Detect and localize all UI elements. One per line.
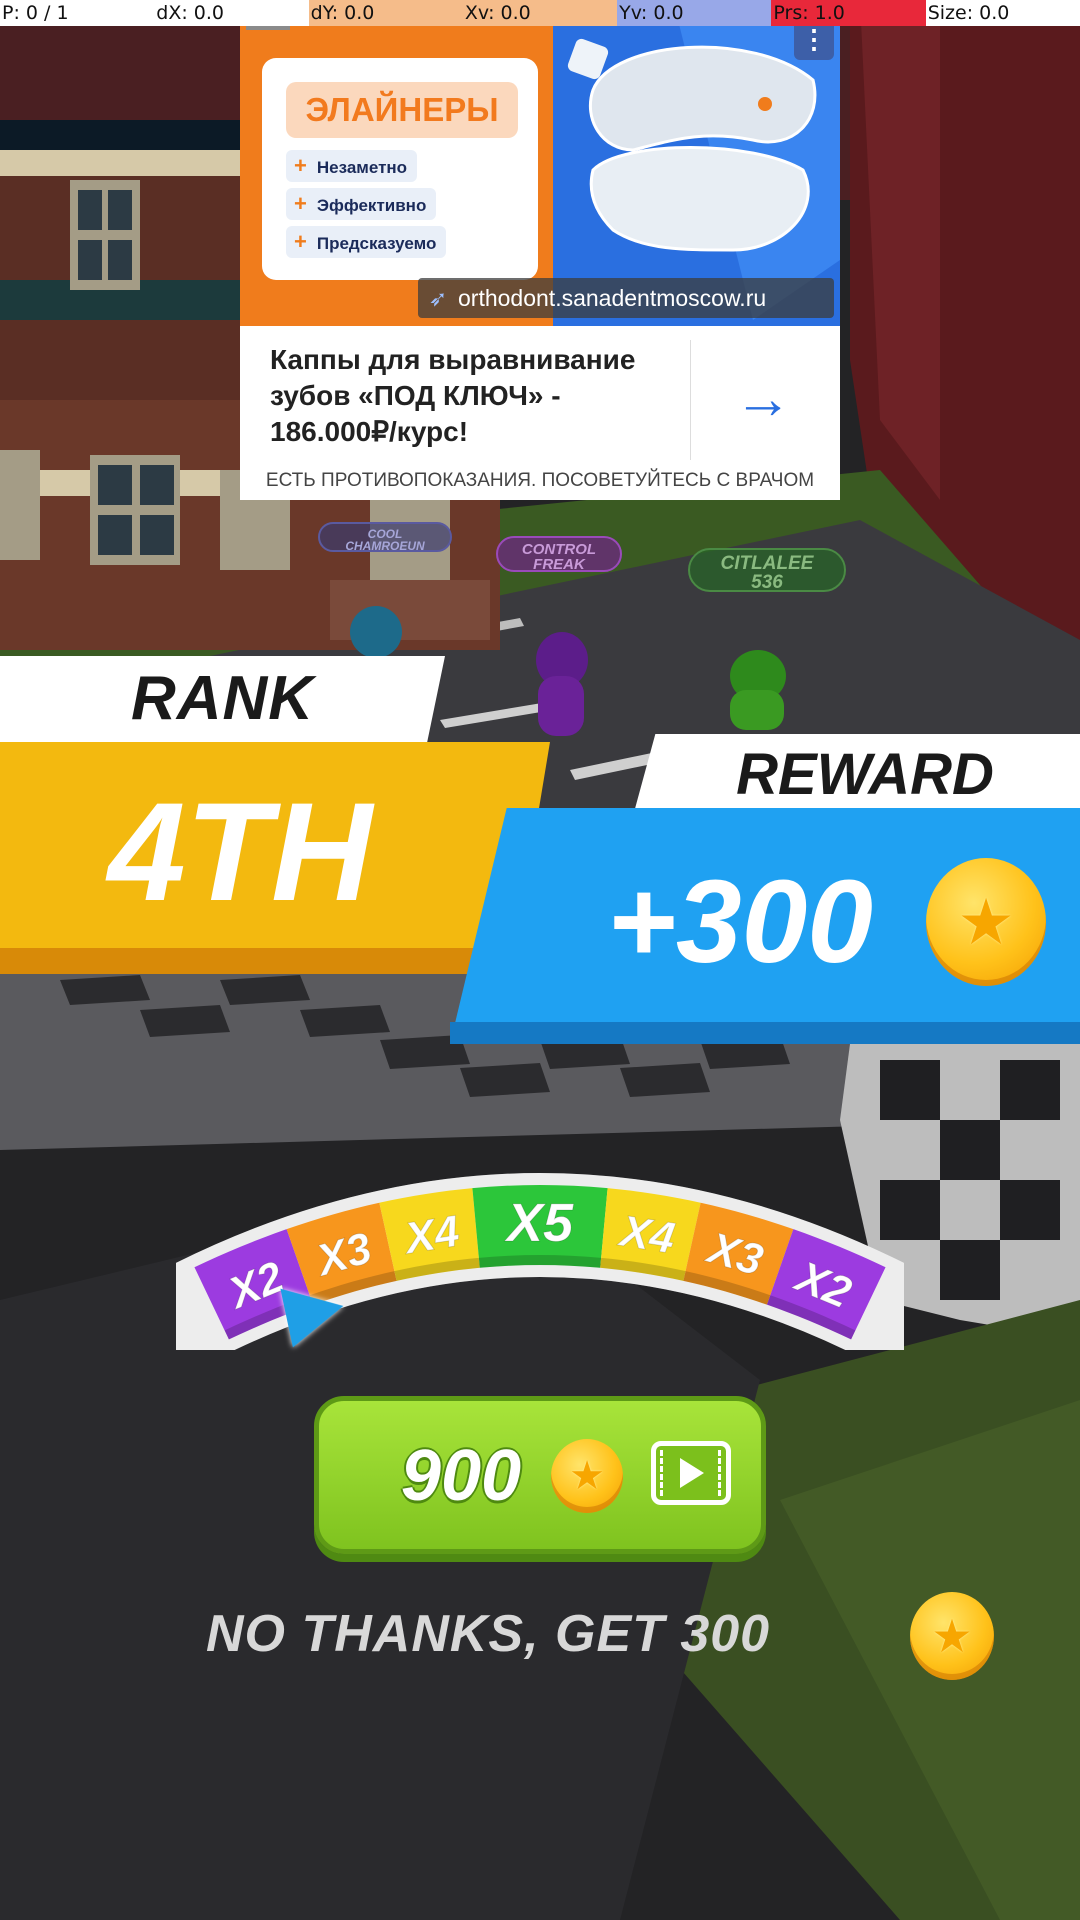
debug-pointer: P: 0 / 1: [0, 0, 155, 26]
video-icon: [651, 1441, 731, 1505]
ad-banner[interactable]: AD ⋮ ЭЛАЙНЕРЫ +Незаметно +Эффективно +Пр…: [240, 0, 840, 500]
ad-headline: ЭЛАЙНЕРЫ: [286, 82, 518, 138]
coin-icon: ★: [910, 1592, 994, 1680]
video-reward-amount: 900: [400, 1436, 522, 1516]
watch-video-claim-button[interactable]: 900 ★: [314, 1396, 766, 1554]
player-name-line: 536: [751, 572, 783, 593]
debug-yv: Yv: 0.0: [617, 0, 772, 26]
no-thanks-button[interactable]: NO THANKS, GET 300: [206, 1596, 906, 1672]
film-strip: [718, 1450, 727, 1496]
ad-disclaimer: ЕСТЬ ПРОТИВОПОКАЗАНИЯ. ПОСОВЕТУЙТЕСЬ С В…: [265, 470, 815, 491]
ad-card: ЭЛАЙНЕРЫ + Незаметно + Эффективно + Предска…: [262, 58, 538, 280]
multiplier-label: X5: [504, 1193, 574, 1253]
player-nametag: Cool Chamroeun: [318, 522, 452, 552]
coin-icon: ★: [551, 1439, 623, 1513]
debug-size: Size: 0.0: [925, 0, 1080, 26]
plus-icon: +: [294, 153, 307, 178]
ad-bullet: + Эффективно: [286, 188, 437, 220]
ad-bullet-text: Незаметно: [316, 158, 408, 177]
ad-bullet: + Предсказуемо: [286, 226, 447, 258]
arrow-right-icon[interactable]: →: [730, 366, 796, 432]
debug-dx: dX: 0.0: [154, 0, 309, 26]
multiplier-segment-shadow: [478, 1254, 602, 1268]
ad-bullet-text: Эффективно: [316, 196, 427, 215]
ad-menu-icon[interactable]: ⋮: [794, 20, 834, 60]
rank-value: 4TH: [107, 773, 373, 930]
player-name-line: Chamroeun: [345, 539, 425, 553]
coin-icon: ★: [926, 858, 1046, 986]
debug-xv: Xv: 0.0: [462, 0, 618, 26]
player-name-line: Citlalee: [720, 553, 814, 574]
ad-title[interactable]: Каппы для выравнивание зубов «ПОД КЛЮЧ» …: [270, 342, 680, 450]
ad-bullet: + Незаметно: [286, 150, 418, 182]
ad-image[interactable]: AD ⋮ ЭЛАЙНЕРЫ +Незаметно +Эффективно +Пр…: [240, 0, 840, 326]
ad-domain-text: orthodont.sanadentmoscow.ru: [458, 285, 767, 311]
multiplier-meter: X2 X3 X4 X5 X4 X3 X2: [146, 1140, 934, 1362]
ad-domain-link[interactable]: ➶ orthodont.sanadentmoscow.ru: [418, 278, 834, 318]
debug-dy: dY: 0.0: [308, 0, 463, 26]
rocket-icon: ➶: [428, 286, 448, 311]
debug-overlay: P: 0 / 1 dX: 0.0 dY: 0.0 Xv: 0.0 Yv: 0.0…: [0, 0, 1080, 26]
player-nametag: Control Freak: [496, 536, 622, 572]
rank-label: RANK: [130, 664, 315, 733]
player-name-line: Control: [521, 541, 597, 558]
debug-pressure: Prs: 1.0: [771, 0, 926, 26]
reward-value-panel-shadow: [450, 1022, 1080, 1044]
reward-label: REWARD: [736, 742, 994, 807]
player-nametag: Citlalee 536: [688, 548, 846, 592]
plus-icon: +: [294, 191, 307, 216]
multiplier-label: X4: [614, 1206, 678, 1263]
film-strip: [660, 1450, 669, 1496]
player-name-line: Freak: [533, 556, 585, 573]
multiplier-label: X4: [399, 1207, 463, 1264]
ad-divider: [690, 340, 691, 460]
game-scene: P: 0 / 1 dX: 0.0 dY: 0.0 Xv: 0.0 Yv: 0.0…: [0, 0, 1080, 1920]
reward-value: +300: [607, 856, 873, 988]
ad-bullet-text: Предсказуемо: [316, 234, 437, 253]
plus-icon: +: [294, 229, 307, 254]
pointer-arrow-icon: [280, 1276, 350, 1348]
rank-value-panel-shadow: [0, 948, 510, 974]
multiplier-meter-graphic: X2 X3 X4 X5 X4 X3 X2: [146, 1173, 934, 1362]
